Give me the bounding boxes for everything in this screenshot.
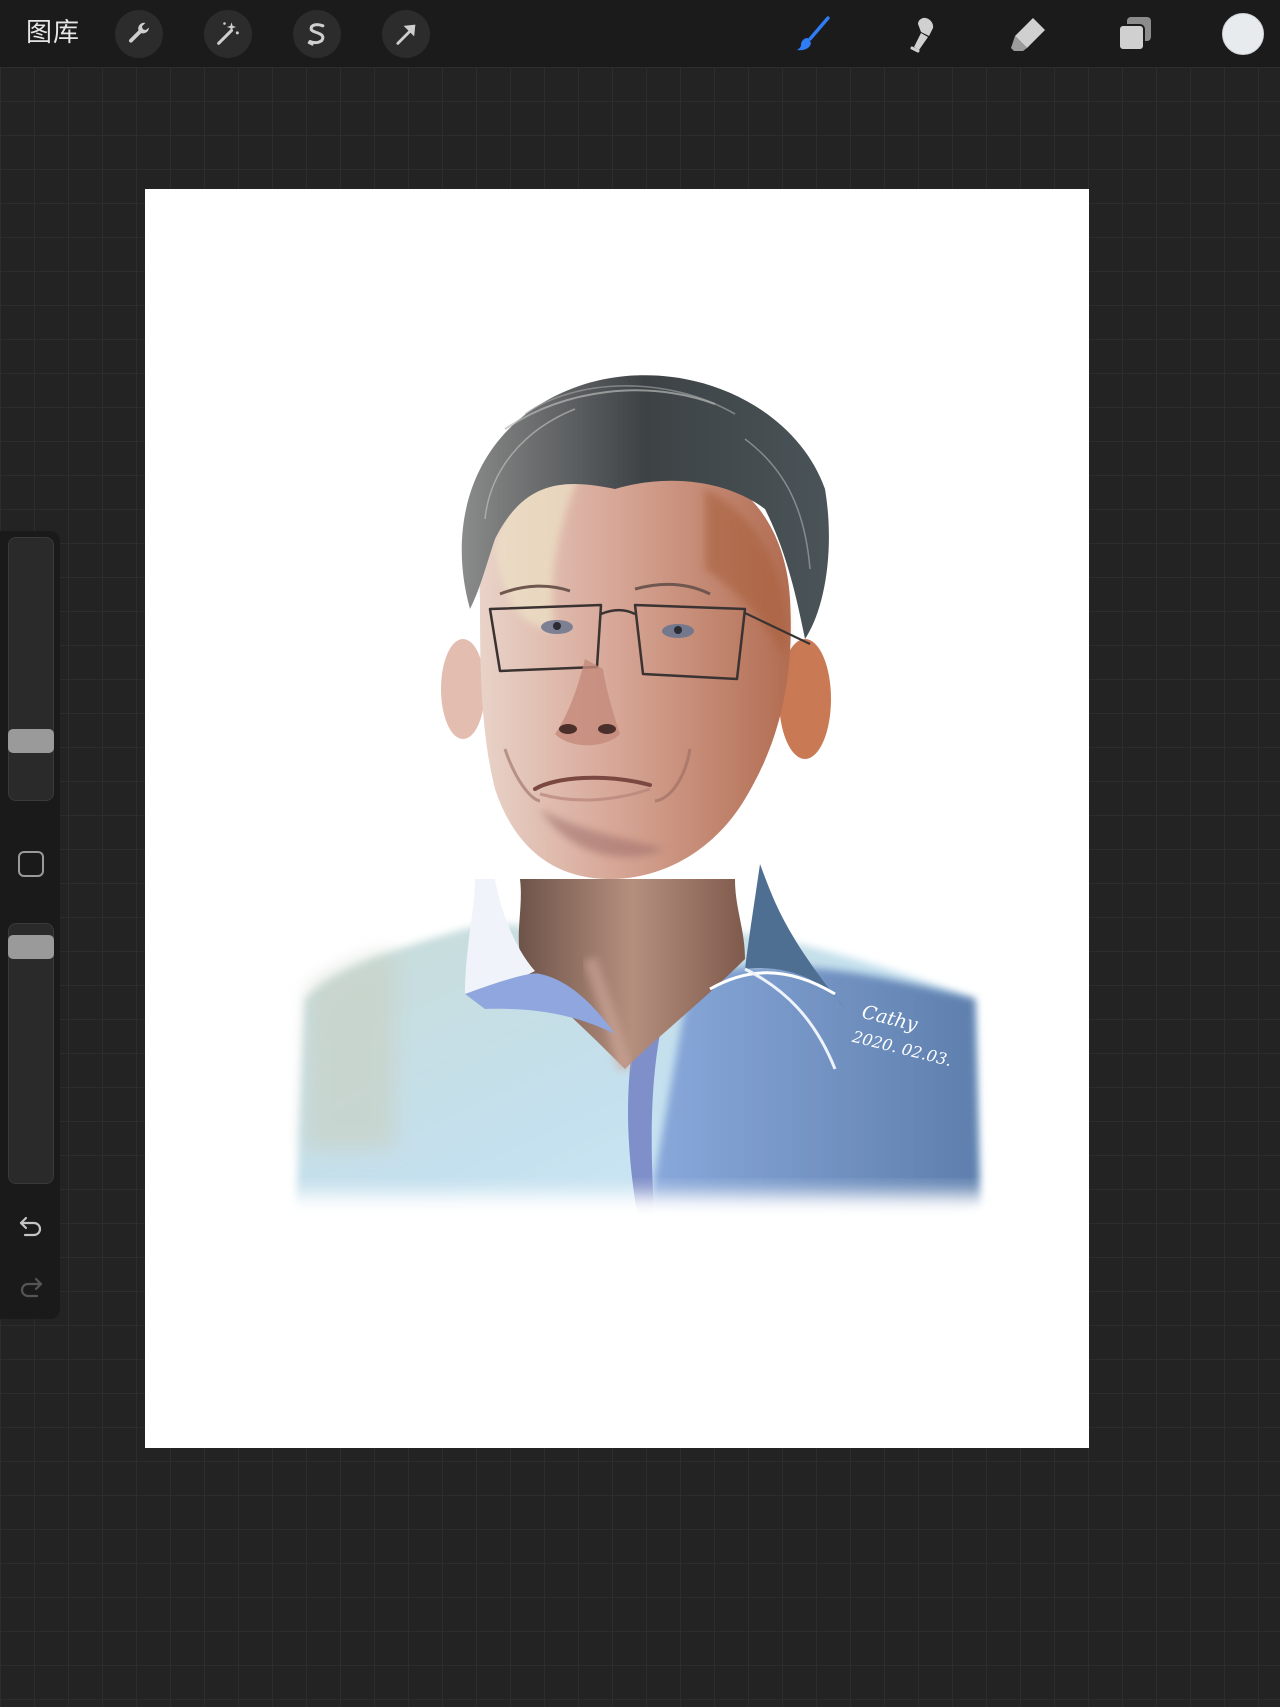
magic-wand-icon [217,22,239,45]
brush-size-handle[interactable] [8,729,54,753]
undo-button[interactable] [16,1212,46,1242]
left-sidebar [0,531,60,1319]
gallery-button[interactable]: 图库 [26,16,80,50]
transform-button[interactable] [382,10,430,58]
brush-tool-button[interactable] [792,13,834,55]
undo-icon [19,1216,42,1237]
portrait-painting [245,375,1025,1274]
eraser-tool-button[interactable] [1007,13,1049,55]
color-swatch-button[interactable] [1222,13,1264,55]
selection-s-icon [307,23,325,46]
brush-icon [797,16,830,51]
redo-button[interactable] [16,1273,46,1303]
actions-button[interactable] [115,10,163,58]
smudge-icon [910,17,934,53]
modify-button[interactable] [18,851,44,877]
drawing-canvas[interactable]: Cathy 2020. 02.03. [145,189,1089,1448]
adjustments-button[interactable] [204,10,252,58]
smudge-tool-button[interactable] [900,13,942,55]
brush-size-slider[interactable] [8,537,54,801]
redo-icon [20,1277,43,1298]
arrow-cursor-icon [396,24,416,45]
brush-opacity-handle[interactable] [8,934,54,959]
layers-icon [1118,17,1151,51]
eraser-icon [1011,18,1045,51]
top-toolbar: 图库 [0,0,1280,67]
selection-button[interactable] [293,10,341,58]
wrench-icon [128,22,149,43]
brush-opacity-slider[interactable] [8,923,54,1184]
layers-button[interactable] [1114,13,1156,55]
